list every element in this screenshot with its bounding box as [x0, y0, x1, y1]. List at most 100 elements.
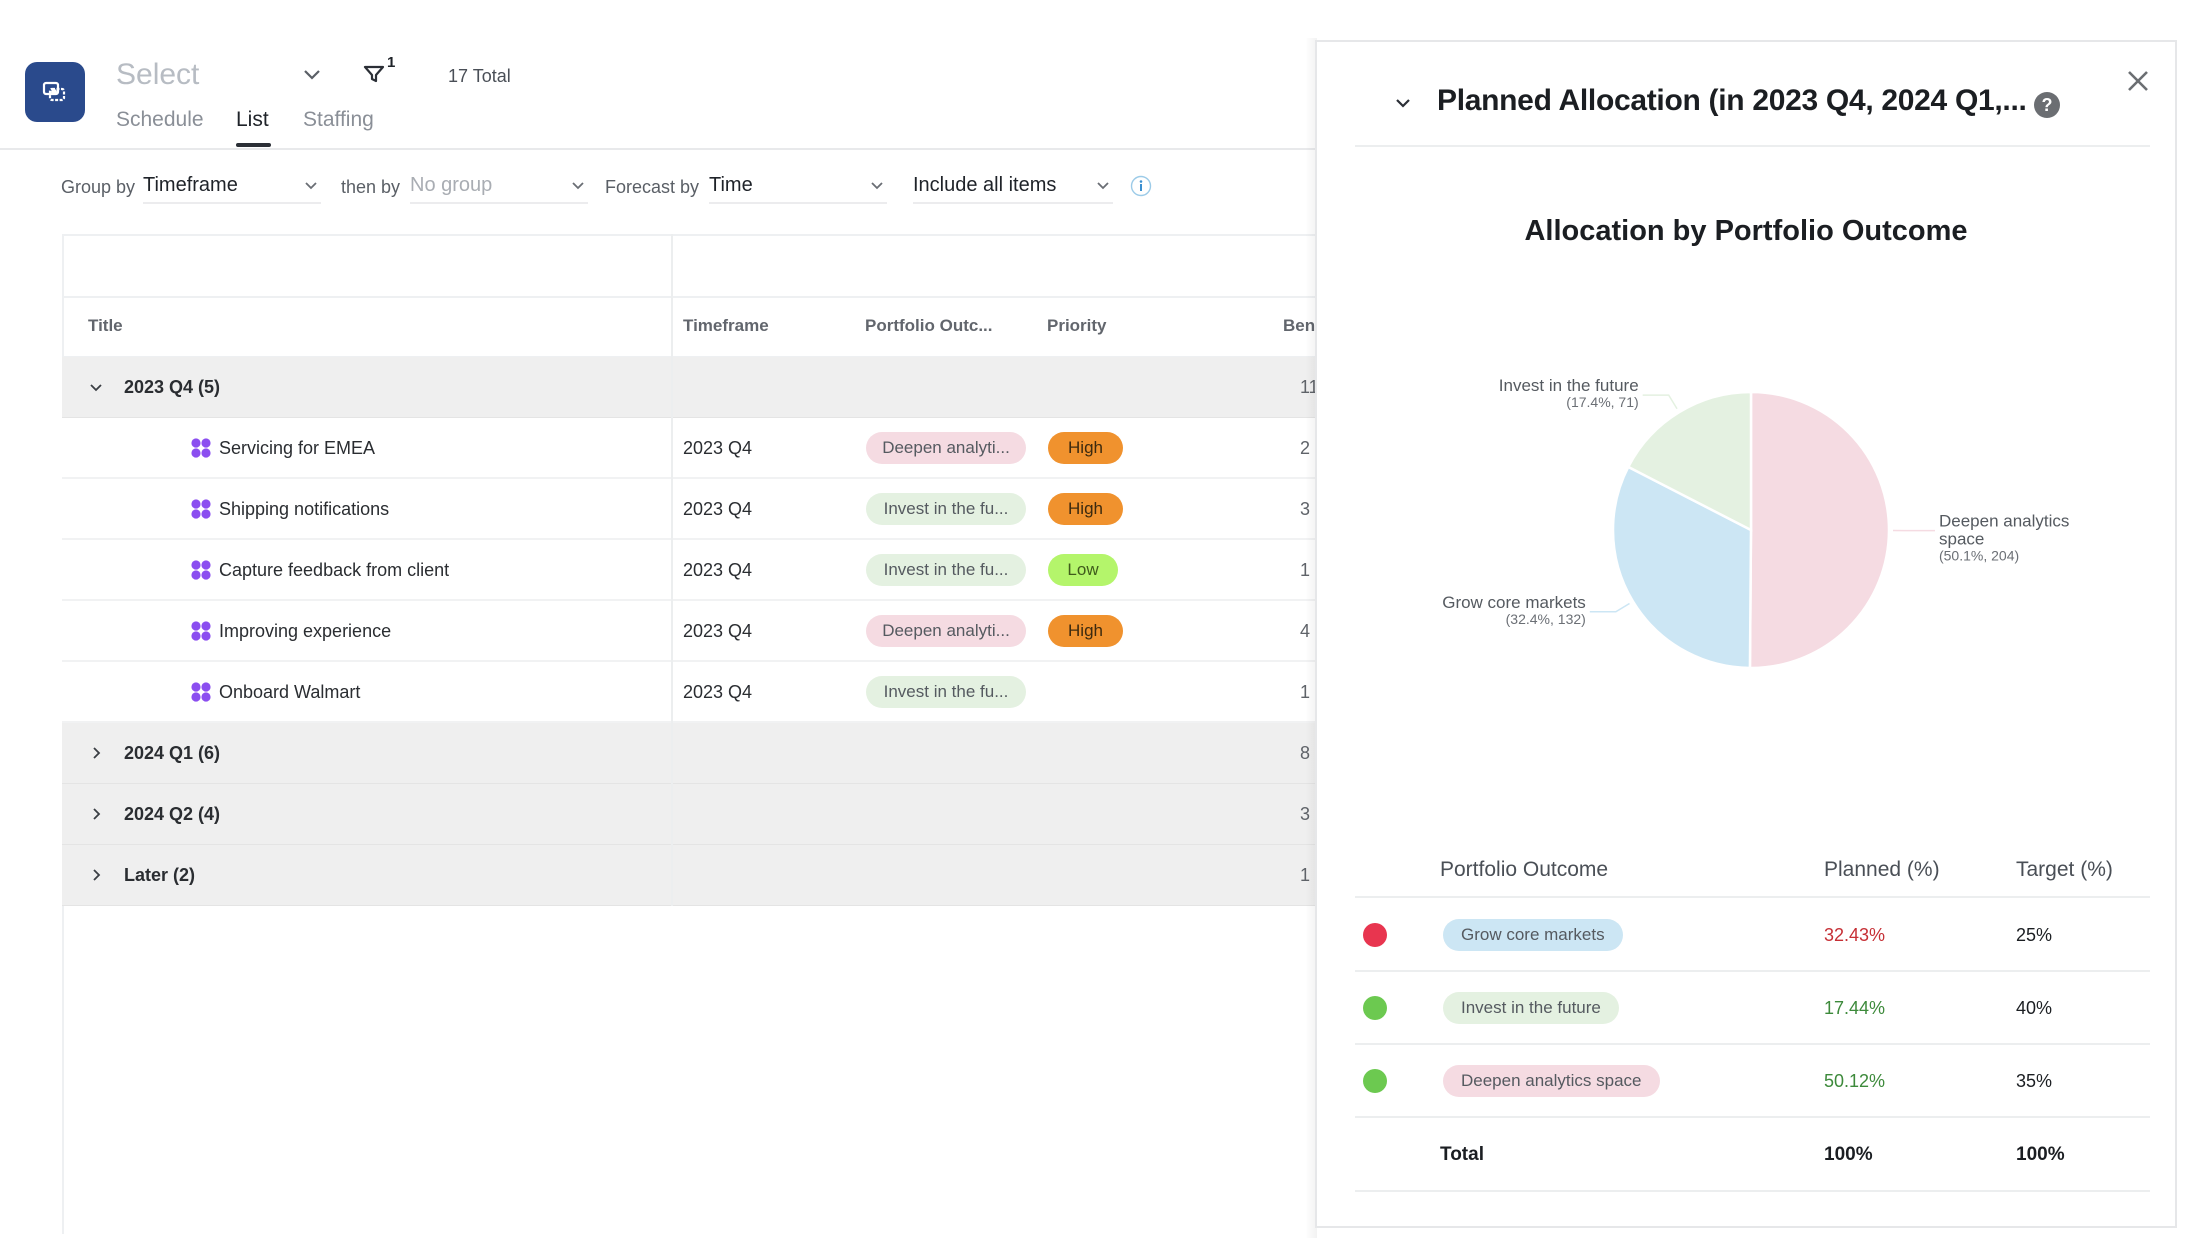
- item-title[interactable]: Capture feedback from client: [219, 560, 449, 581]
- timeframe-value: 2023 Q4: [683, 682, 753, 702]
- outcome-pill: Grow core markets: [1443, 919, 1623, 951]
- pie-slice-label: space: [1939, 530, 1984, 549]
- outcome-pill: Invest in the fu...: [866, 493, 1026, 525]
- help-icon[interactable]: ?: [2034, 92, 2060, 118]
- status-dot: [1363, 1069, 1387, 1093]
- then-by-select[interactable]: No group: [410, 168, 588, 204]
- priority-pill: High: [1048, 615, 1123, 647]
- include-items-select[interactable]: Include all items: [913, 168, 1113, 204]
- portfolio-icon: [42, 81, 66, 102]
- tab-list[interactable]: List: [236, 108, 269, 132]
- group-row[interactable]: [62, 357, 1315, 418]
- then-by-value: No group: [410, 173, 493, 196]
- column-header-portfolio-outcome[interactable]: Portfolio Outc...: [865, 316, 993, 336]
- planned-value: 32.43%: [1824, 925, 1886, 945]
- item-title[interactable]: Shipping notifications: [219, 499, 389, 520]
- group-label: 2024 Q1 (6): [124, 743, 221, 763]
- column-divider: [671, 234, 673, 906]
- include-items-value: Include all items: [913, 173, 1057, 196]
- group-by-label: Group by: [61, 177, 136, 197]
- alloc-header-target: Target (%): [2016, 858, 2113, 881]
- group-by-select[interactable]: Timeframe: [143, 168, 321, 204]
- chevron-right-icon[interactable]: [88, 867, 104, 883]
- info-icon[interactable]: [1130, 175, 1152, 197]
- group-label: Later (2): [124, 865, 196, 885]
- initiative-icon: [191, 560, 211, 580]
- chevron-down-icon: [305, 182, 317, 190]
- plan-select[interactable]: Select: [116, 58, 199, 92]
- chevron-down-icon[interactable]: [88, 379, 104, 395]
- filter-icon[interactable]: [362, 62, 386, 86]
- tab-schedule[interactable]: Schedule: [116, 108, 204, 132]
- header-divider: [62, 296, 1315, 298]
- collapse-chevron-icon[interactable]: [1392, 92, 1414, 114]
- target-value: 25%: [2016, 925, 2053, 945]
- active-tab-indicator: [236, 143, 271, 147]
- pie-leader-line: [1589, 602, 1630, 613]
- alloc-divider: [1355, 1190, 2150, 1192]
- chevron-right-icon[interactable]: [88, 806, 104, 822]
- chevron-right-icon[interactable]: [88, 745, 104, 761]
- pie-slice-label: Grow core markets: [1442, 593, 1586, 612]
- priority-pill: High: [1048, 432, 1123, 464]
- pie-slice-label: Invest in the future: [1499, 376, 1639, 395]
- column-header-timeframe[interactable]: Timeframe: [683, 316, 769, 336]
- chevron-down-icon: [572, 182, 584, 190]
- forecast-by-select[interactable]: Time: [709, 168, 887, 204]
- pie-slice[interactable]: [1748, 390, 1891, 670]
- chevron-down-icon: [871, 182, 883, 190]
- timeframe-value: 2023 Q4: [683, 621, 753, 641]
- timeframe-value: 2023 Q4: [683, 438, 753, 458]
- group-row[interactable]: [62, 845, 1315, 906]
- total-planned: 100%: [1824, 1144, 1873, 1165]
- initiative-icon: [191, 438, 211, 458]
- alloc-divider: [1355, 1043, 2150, 1045]
- planned-value: 50.12%: [1824, 1071, 1886, 1091]
- alloc-divider: [1355, 970, 2150, 972]
- forecast-by-value: Time: [709, 173, 753, 196]
- forecast-by-label: Forecast by: [605, 177, 700, 197]
- item-title[interactable]: Improving experience: [219, 621, 391, 642]
- pie-chart: Deepen analyticsspace(50.1%, 204) Grow co…: [1442, 376, 2069, 670]
- alloc-divider: [1355, 1116, 2150, 1118]
- tab-staffing[interactable]: Staffing: [303, 108, 374, 132]
- app-logo[interactable]: [25, 62, 85, 122]
- status-dot: [1363, 996, 1387, 1020]
- item-title[interactable]: Servicing for EMEA: [219, 438, 375, 459]
- target-value: 40%: [2016, 998, 2053, 1018]
- pie-slice-value-label: (32.4%, 132): [1506, 611, 1586, 627]
- total-target: 100%: [2016, 1144, 2065, 1165]
- outcome-pill: Invest in the future: [1443, 992, 1619, 1024]
- total-count: 17 Total: [448, 66, 511, 86]
- outcome-pill: Deepen analytics space: [1443, 1065, 1660, 1097]
- group-row[interactable]: [62, 784, 1315, 845]
- alloc-header-outcome: Portfolio Outcome: [1440, 858, 1609, 881]
- initiative-icon: [191, 682, 211, 702]
- initiative-icon: [191, 499, 211, 519]
- header-divider: [0, 148, 1315, 150]
- pie-leader-line: [1642, 394, 1678, 410]
- column-header-title[interactable]: Title: [88, 316, 123, 336]
- column-header-priority[interactable]: Priority: [1047, 316, 1107, 336]
- item-title[interactable]: Onboard Walmart: [219, 682, 360, 703]
- group-row[interactable]: [62, 723, 1315, 784]
- panel-header-divider: [1355, 145, 2150, 147]
- chevron-down-icon[interactable]: [300, 62, 324, 86]
- chart-title: Allocation by Portfolio Outcome: [1524, 215, 1968, 247]
- group-label: 2024 Q2 (4): [124, 804, 221, 824]
- outcome-pill: Invest in the fu...: [866, 676, 1026, 708]
- panel-title: Planned Allocation (in 2023 Q4, 2024 Q1,…: [1437, 84, 2027, 117]
- alloc-divider: [1355, 896, 2150, 898]
- then-by-label: then by: [341, 177, 401, 197]
- pie-slice-value-label: (50.1%, 204): [1939, 548, 2019, 564]
- initiative-icon: [191, 621, 211, 641]
- total-label: Total: [1440, 1144, 1484, 1165]
- pie-slice-label: Deepen analytics: [1939, 512, 2069, 531]
- status-dot: [1363, 923, 1387, 947]
- priority-pill: High: [1048, 493, 1123, 525]
- alloc-header-planned: Planned (%): [1824, 858, 1940, 881]
- planned-value: 17.44%: [1824, 998, 1886, 1018]
- close-icon[interactable]: [2124, 67, 2152, 95]
- filter-count-badge: 1: [387, 54, 396, 71]
- group-label: 2023 Q4 (5): [124, 377, 221, 397]
